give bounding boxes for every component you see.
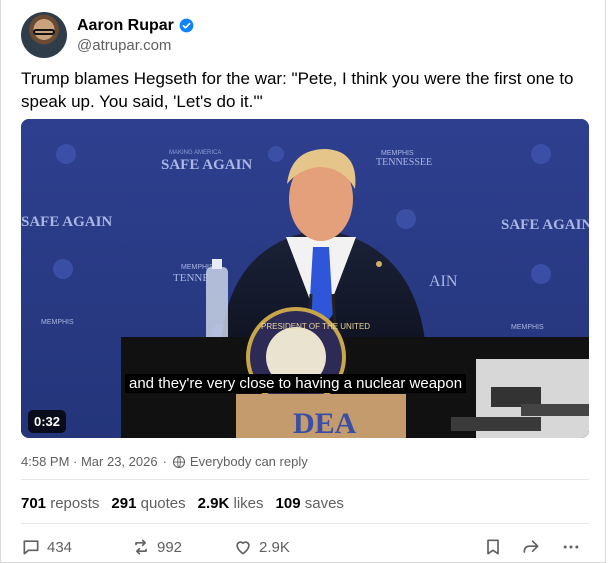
- likes-stat[interactable]: 2.9K likes: [198, 495, 264, 512]
- reply-count: 434: [47, 538, 73, 556]
- repost-button[interactable]: 992: [131, 537, 182, 557]
- backdrop-memphis-3: MEMPHIS: [41, 319, 74, 326]
- ellipsis-icon: [563, 545, 579, 549]
- author-handle[interactable]: @atrupar.com: [77, 37, 194, 54]
- bookmark-icon: [487, 539, 499, 555]
- post-text: Trump blames Hegseth for the war: "Pete,…: [21, 69, 574, 111]
- post-card: Aaron Rupar @atrupar.com Trump blames He…: [0, 0, 606, 563]
- verified-badge-icon: [179, 18, 194, 33]
- meta-separator: ·: [162, 454, 167, 469]
- post-header: Aaron Rupar @atrupar.com: [21, 12, 194, 58]
- video-duration: 0:32: [28, 410, 67, 433]
- like-count: 2.9K: [259, 538, 290, 556]
- author-names: Aaron Rupar @atrupar.com: [77, 17, 194, 54]
- reposts-stat[interactable]: 701 reposts: [21, 495, 99, 512]
- more-options-button[interactable]: [561, 537, 587, 557]
- post-stats: 701 reposts 291 quotes 2.9K likes 109 sa…: [21, 495, 356, 512]
- backdrop-tennessee-1: TENNESSEE: [376, 157, 432, 168]
- backdrop-safe-again-2: SAFE AGAIN: [21, 214, 112, 230]
- save-button[interactable]: [483, 537, 509, 557]
- backdrop-memphis-4: MEMPHIS: [511, 324, 544, 331]
- reply-button[interactable]: 434: [21, 537, 72, 557]
- share-button[interactable]: [521, 537, 547, 557]
- share-arrow-icon: [523, 540, 539, 553]
- saves-stat[interactable]: 109 saves: [276, 495, 344, 512]
- post-actions: 434 992 2.9K: [21, 537, 589, 559]
- post-timestamp[interactable]: 4:58 PM · Mar 23, 2026: [21, 454, 158, 469]
- backdrop-tenne: TENNE: [173, 272, 209, 284]
- repost-icon: [135, 539, 147, 555]
- video-caption: and they're very close to having a nucle…: [125, 374, 467, 393]
- divider-top: [21, 479, 589, 480]
- backdrop-safe-again-1: SAFE AGAIN: [161, 157, 252, 173]
- divider-bottom: [21, 523, 589, 524]
- box-dea-text: DEA: [293, 407, 357, 438]
- reply-icon: [23, 540, 39, 555]
- like-button[interactable]: 2.9K: [233, 537, 290, 557]
- quotes-stat[interactable]: 291 quotes: [111, 495, 185, 512]
- heart-icon: [236, 541, 250, 555]
- avatar[interactable]: [21, 12, 67, 58]
- backdrop-ain: AIN: [429, 273, 458, 290]
- author-display-name[interactable]: Aaron Rupar: [77, 17, 174, 35]
- backdrop-safe-again-3: SAFE AGAIN: [501, 217, 589, 233]
- post-meta: 4:58 PM · Mar 23, 2026 · Everybody can r…: [21, 454, 308, 469]
- reply-setting-text: Everybody can reply: [189, 454, 308, 469]
- backdrop-memphis-1: MEMPHIS: [381, 150, 414, 157]
- seal-text: PRESIDENT OF THE UNITED: [261, 322, 370, 331]
- reply-setting-icon: [172, 455, 185, 468]
- repost-count: 992: [157, 538, 183, 556]
- backdrop-making-america: MAKING AMERICA: [169, 150, 221, 156]
